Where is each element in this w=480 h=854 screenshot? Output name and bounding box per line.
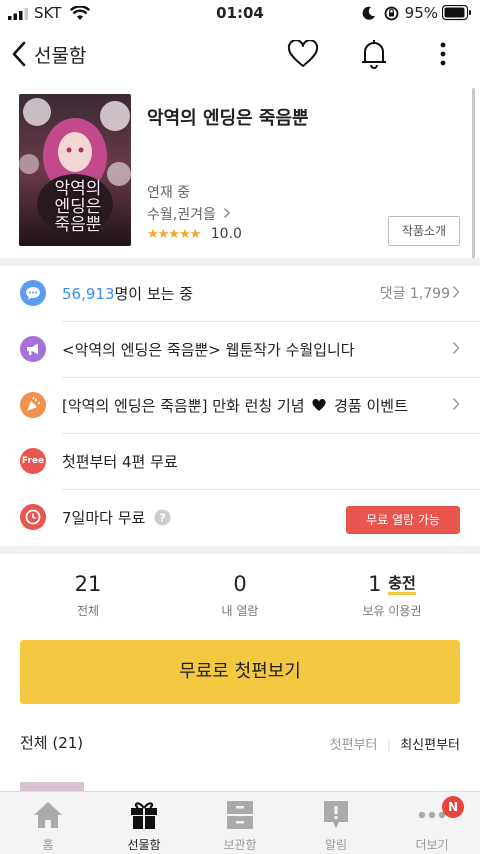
- tab-bar: 홈 선물함 보관함 알림 더보기: [0, 791, 480, 854]
- gift-icon: [131, 802, 157, 829]
- nav-title: 선물함: [34, 45, 87, 67]
- back-icon[interactable]: [10, 40, 28, 68]
- navigation-bar: 선물함: [0, 28, 480, 80]
- rotation-lock-icon: [384, 6, 399, 21]
- count-tickets: 1 충전 보유 이용권: [312, 572, 472, 619]
- author-link[interactable]: 수월,권겨을: [147, 204, 231, 224]
- rating-value: 10.0: [210, 226, 242, 242]
- free-icon: Free: [20, 448, 46, 474]
- svg-text:?: ?: [159, 512, 165, 525]
- chevron-right-icon: [452, 342, 460, 354]
- serial-status: 연재 중: [147, 185, 191, 201]
- count-my-reading-label: 내 열람: [221, 604, 259, 618]
- chevron-right-icon: [224, 208, 231, 218]
- heart-filled-icon: [312, 399, 326, 411]
- notice-row-1[interactable]: <악역의 엔딩은 죽음뿐> 웹툰작가 수월입니다: [0, 322, 480, 378]
- chevron-right-icon: [452, 286, 460, 298]
- tab-gift-label: 선물함: [127, 838, 161, 852]
- more-icon: [418, 811, 446, 819]
- cover-title-line1: 악역의: [54, 179, 102, 199]
- tab-cabinet-label: 보관함: [223, 838, 257, 852]
- rating: ★★★★★ 10.0: [147, 226, 242, 242]
- home-icon: [34, 802, 62, 828]
- battery-icon: [442, 5, 471, 21]
- more-vertical-icon[interactable]: [438, 42, 448, 68]
- notice-2-text-a: [악역의 엔딩은 죽음뿐] 만화 런칭 기념: [62, 397, 305, 415]
- tab-notification-label: 알림: [324, 838, 348, 852]
- chevron-right-icon: [452, 398, 460, 410]
- sort-first-button[interactable]: 첫편부터: [330, 738, 378, 753]
- comments-count[interactable]: 댓글 1,799: [380, 283, 450, 303]
- free-episodes-text: 첫편부터 4편 무료: [62, 453, 178, 471]
- battery-percent: 95%: [404, 4, 438, 22]
- megaphone-icon: [20, 336, 46, 362]
- work-intro-button[interactable]: 작품소개: [388, 216, 460, 246]
- party-popper-icon: [20, 392, 46, 418]
- heart-icon[interactable]: [287, 40, 319, 68]
- count-total-label: 전체: [76, 604, 100, 618]
- recharge-link[interactable]: 충전: [388, 574, 416, 595]
- cabinet-icon: [227, 801, 253, 829]
- notice-row-2[interactable]: [악역의 엔딩은 죽음뿐] 만화 런칭 기념 경품 이벤트: [0, 378, 480, 434]
- count-my-reading-number: 0: [233, 572, 247, 596]
- count-tickets-number: 1: [368, 572, 382, 596]
- wait-free-text: 7일마다 무료 ?: [62, 507, 171, 528]
- work-title: 악역의 엔딩은 죽음뿐: [147, 108, 309, 129]
- read-first-free-button[interactable]: 무료로 첫편보기: [20, 640, 460, 704]
- clock-icon: [20, 504, 46, 530]
- bell-icon[interactable]: [360, 38, 388, 70]
- tab-gift[interactable]: 선물함: [96, 792, 192, 854]
- free-read-available-badge[interactable]: 무료 열람 가능: [346, 506, 460, 534]
- tab-home-label: 홈: [42, 838, 54, 852]
- count-total-number: 21: [74, 572, 102, 596]
- tab-more[interactable]: 더보기: [384, 792, 480, 854]
- free-episodes-row: Free 첫편부터 4편 무료: [0, 434, 480, 490]
- cover-title-line2: 엔딩은: [54, 197, 102, 217]
- tab-notification[interactable]: 알림: [288, 792, 384, 854]
- viewers-suffix: 명이 보는 중: [114, 285, 194, 303]
- count-total: 21 전체: [8, 572, 168, 619]
- tab-home[interactable]: 홈: [0, 792, 96, 854]
- author-name: 수월,권겨을: [147, 207, 216, 223]
- sort-latest-button[interactable]: 최신편부터: [400, 738, 460, 753]
- viewers-count: 56,913: [62, 285, 115, 303]
- status-bar: SKT 01:04 95%: [0, 0, 480, 28]
- notice-2-text-b: 경품 이벤트: [334, 397, 408, 415]
- wait-free-label: 7일마다 무료: [62, 509, 146, 527]
- tab-more-label: 더보기: [415, 838, 449, 852]
- tab-cabinet[interactable]: 보관함: [192, 792, 288, 854]
- moon-icon: [362, 6, 375, 20]
- cover-image[interactable]: 악역의 엔딩은 죽음뿐: [19, 94, 131, 246]
- help-icon[interactable]: ?: [154, 509, 171, 526]
- count-my-reading: 0 내 열람: [160, 572, 320, 619]
- notification-icon: [324, 801, 348, 828]
- viewers-text: 56,913명이 보는 중: [62, 283, 193, 304]
- section-divider: [0, 546, 480, 554]
- cover-title-line3: 죽음뿐: [54, 215, 102, 235]
- section-divider: [0, 258, 480, 266]
- episode-sort: 첫편부터 | 최신편부터: [329, 738, 460, 753]
- count-tickets-label: 보유 이용권: [362, 604, 422, 618]
- viewers-row[interactable]: 56,913명이 보는 중 댓글 1,799: [0, 266, 480, 322]
- notice-1-text: <악역의 엔딩은 죽음뿐> 웹툰작가 수월입니다: [62, 341, 355, 359]
- notice-2-text: [악역의 엔딩은 죽음뿐] 만화 런칭 기념 경품 이벤트: [62, 395, 408, 416]
- star-rating-icon: ★★★★★: [147, 227, 201, 242]
- new-badge: N: [442, 796, 464, 818]
- episode-list-header: 전체 (21): [20, 734, 84, 752]
- chat-icon: [20, 280, 46, 306]
- scrollbar[interactable]: [472, 88, 475, 262]
